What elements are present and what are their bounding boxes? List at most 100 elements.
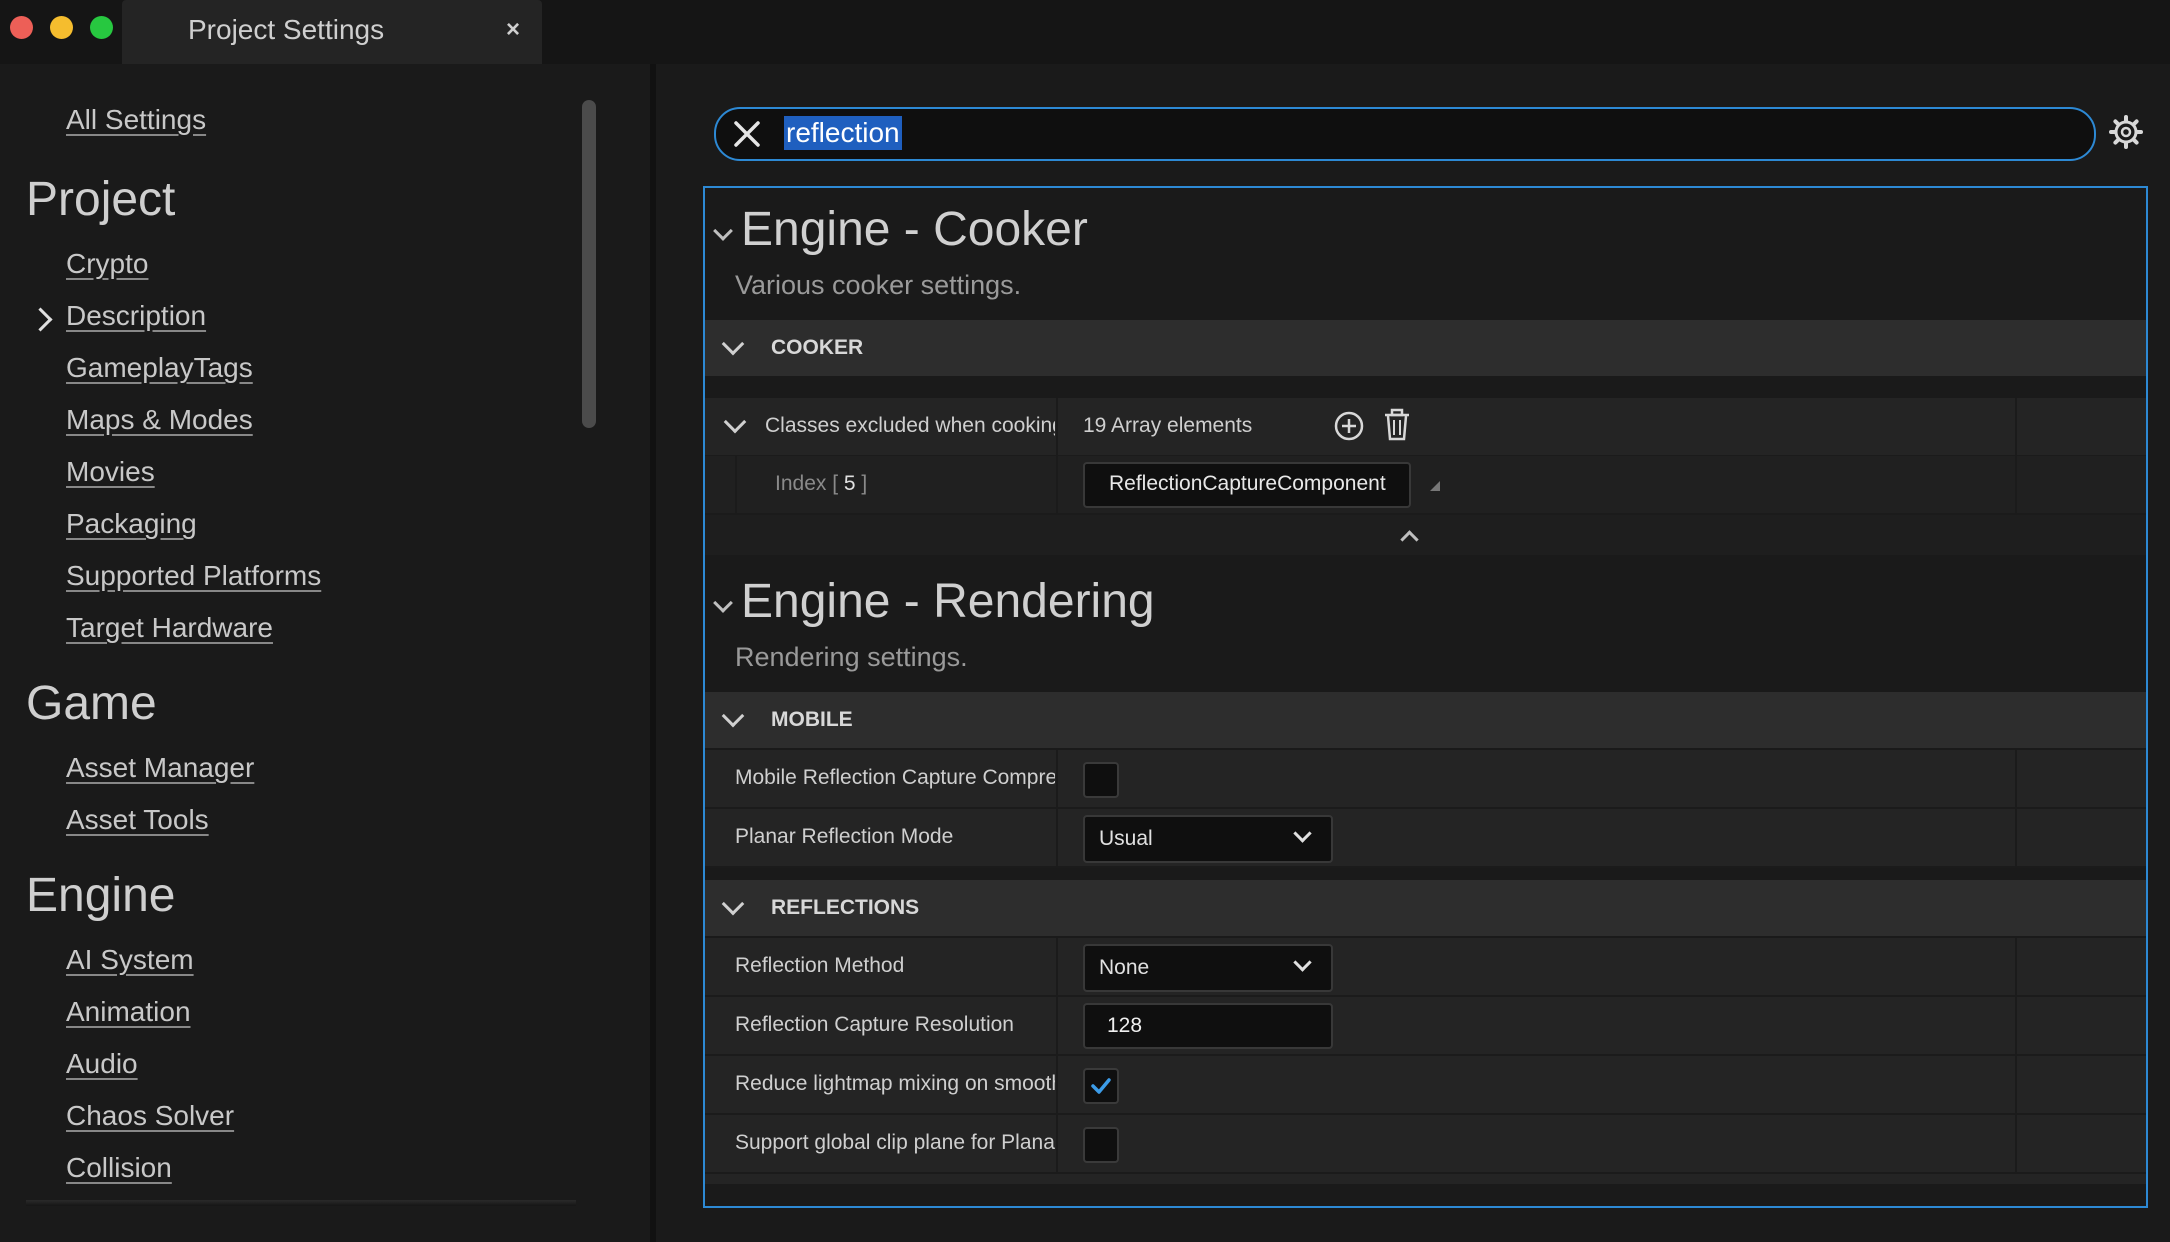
chevron-down-icon[interactable]	[721, 892, 745, 916]
property-row: Support global clip plane for Planar Ref…	[705, 1115, 2146, 1174]
category-label: COOKER	[771, 336, 864, 359]
close-window-button[interactable]	[10, 16, 33, 39]
chevron-down-icon[interactable]	[723, 410, 747, 434]
section-description-cooker: Various cooker settings.	[735, 270, 1022, 300]
maximize-window-button[interactable]	[90, 16, 113, 39]
section-description-rendering: Rendering settings.	[735, 642, 968, 672]
index-value: 5	[843, 472, 856, 495]
sidebar-link-asset-tools[interactable]: Asset Tools	[66, 804, 209, 836]
tab-title: Project Settings	[188, 14, 385, 45]
collapse-section-icon[interactable]	[713, 593, 733, 613]
column-divider	[2015, 809, 2017, 866]
column-divider[interactable]	[1056, 997, 1058, 1054]
resize-grip-icon[interactable]	[1427, 478, 1441, 492]
column-divider	[2015, 938, 2017, 995]
dropdown-value: None	[1099, 956, 1150, 979]
indent-guide	[735, 456, 737, 513]
column-divider[interactable]	[1056, 1115, 1058, 1172]
clear-search-icon[interactable]	[732, 119, 762, 149]
sidebar-scroll-shadow	[26, 1200, 576, 1206]
column-divider[interactable]	[1056, 1056, 1058, 1113]
column-divider	[2015, 398, 2017, 455]
property-label: Reflection Method	[735, 954, 905, 977]
property-row: Mobile Reflection Capture Compression	[705, 750, 2146, 809]
property-label: Planar Reflection Mode	[735, 825, 954, 848]
sidebar-link-chaos-solver[interactable]: Chaos Solver	[66, 1100, 234, 1132]
category-mobile[interactable]: MOBILE	[705, 692, 2146, 748]
sidebar-link-collision[interactable]: Collision	[66, 1152, 172, 1184]
collapse-array-bar[interactable]	[705, 515, 2146, 555]
settings-panel: Engine - Cooker Various cooker settings.…	[703, 186, 2148, 1208]
checkmark-icon	[1091, 1078, 1111, 1094]
number-value: 128	[1107, 1014, 1143, 1037]
reflection-method-dropdown[interactable]: None	[1083, 944, 1333, 992]
class-picker-value: ReflectionCaptureComponent	[1109, 472, 1386, 495]
property-label: Support global clip plane for Planar Ref…	[735, 1131, 1055, 1154]
dropdown-value: Usual	[1099, 827, 1153, 850]
chevron-down-icon[interactable]	[721, 332, 745, 356]
column-divider[interactable]	[1056, 938, 1058, 995]
section-title-cooker: Engine - Cooker	[741, 203, 1088, 256]
category-cooker[interactable]: COOKER	[705, 320, 2146, 376]
chevron-down-icon	[1293, 953, 1312, 972]
sidebar-heading-project: Project	[26, 173, 176, 226]
gear-icon[interactable]	[2108, 114, 2144, 150]
sidebar-link-maps-modes[interactable]: Maps & Modes	[66, 404, 253, 436]
array-count: 19 Array elements	[1083, 414, 1253, 437]
add-element-icon[interactable]	[1333, 410, 1365, 442]
array-element-row: Index [ 5 ] ReflectionCaptureComponent	[705, 456, 2146, 515]
sidebar-scrollbar[interactable]	[582, 100, 596, 428]
column-divider	[2015, 456, 2017, 513]
title-bar: Project Settings ×	[0, 0, 2170, 64]
sidebar-link-description[interactable]: Description	[66, 300, 206, 332]
tab-project-settings[interactable]: Project Settings ×	[122, 0, 542, 64]
column-divider[interactable]	[1056, 398, 1058, 455]
column-divider[interactable]	[1056, 809, 1058, 866]
search-box[interactable]: reflection	[714, 107, 2096, 161]
planar-reflection-mode-dropdown[interactable]: Usual	[1083, 815, 1333, 863]
sidebar-link-animation[interactable]: Animation	[66, 996, 191, 1028]
sidebar-link-gameplaytags[interactable]: GameplayTags	[66, 352, 253, 384]
reduce-lightmap-mixing-checkbox[interactable]	[1083, 1068, 1119, 1104]
sidebar-link-asset-manager[interactable]: Asset Manager	[66, 752, 254, 784]
column-divider[interactable]	[1056, 750, 1058, 807]
property-row: Planar Reflection Mode Usual	[705, 809, 2146, 868]
sidebar-link-ai-system[interactable]: AI System	[66, 944, 194, 976]
search-input[interactable]: reflection	[784, 116, 902, 150]
sidebar-link-all-settings[interactable]: All Settings	[66, 104, 206, 136]
column-divider	[2015, 750, 2017, 807]
column-divider	[2015, 1056, 2017, 1113]
reflection-capture-resolution-input[interactable]: 128	[1083, 1003, 1333, 1049]
sidebar-link-supported-platforms[interactable]: Supported Platforms	[66, 560, 321, 592]
array-property-row: Classes excluded when cooking 19 Array e…	[705, 398, 2146, 457]
sidebar-link-crypto[interactable]: Crypto	[66, 248, 148, 280]
property-row: Reflection Method None	[705, 938, 2146, 997]
sidebar-link-target-hardware[interactable]: Target Hardware	[66, 612, 273, 644]
column-divider[interactable]	[1056, 456, 1058, 513]
sidebar-link-movies[interactable]: Movies	[66, 456, 155, 488]
index-label: Index [ 5 ]	[775, 472, 868, 495]
minimize-window-button[interactable]	[50, 16, 73, 39]
property-label: Mobile Reflection Capture Compression	[735, 766, 1055, 789]
class-picker[interactable]: ReflectionCaptureComponent	[1083, 462, 1411, 508]
mobile-reflection-compression-checkbox[interactable]	[1083, 762, 1119, 798]
sidebar-link-packaging[interactable]: Packaging	[66, 508, 197, 540]
property-row: Reflection Capture Resolution 128	[705, 997, 2146, 1056]
section-title-rendering: Engine - Rendering	[741, 575, 1155, 628]
collapse-section-icon[interactable]	[713, 221, 733, 241]
property-label: Reduce lightmap mixing on smooth surface…	[735, 1072, 1055, 1095]
tab-close-icon[interactable]: ×	[506, 16, 520, 44]
sidebar-heading-engine: Engine	[26, 869, 176, 922]
category-label: REFLECTIONS	[771, 896, 920, 919]
chevron-down-icon[interactable]	[721, 704, 745, 728]
trash-icon[interactable]	[1381, 408, 1413, 442]
chevron-up-icon[interactable]	[1400, 530, 1419, 549]
sidebar-link-audio[interactable]: Audio	[66, 1048, 138, 1080]
category-label: MOBILE	[771, 708, 853, 731]
column-divider	[2015, 1115, 2017, 1172]
global-clip-plane-checkbox[interactable]	[1083, 1127, 1119, 1163]
panel-bottom-edge	[705, 1174, 2146, 1184]
property-row: Reduce lightmap mixing on smooth surface…	[705, 1056, 2146, 1115]
property-label: Reflection Capture Resolution	[735, 1013, 1014, 1036]
category-reflections[interactable]: REFLECTIONS	[705, 880, 2146, 936]
